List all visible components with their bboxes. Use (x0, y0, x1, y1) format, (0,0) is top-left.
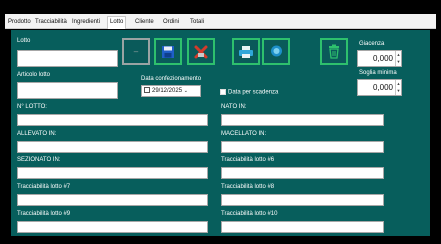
red-x-icon (194, 45, 208, 58)
soglia-field[interactable]: 0,000 ▲ ▼ (357, 79, 402, 96)
giacenza-label: Giacenza (359, 41, 385, 47)
print-button[interactable] (232, 38, 260, 65)
giacenza-field[interactable]: 0,000 ▲ ▼ (357, 50, 402, 67)
printer-icon (239, 45, 253, 58)
tab-ingredienti[interactable]: Ingredienti (72, 17, 100, 29)
n-lotto-label: N° LOTTO: (17, 104, 47, 110)
per-scadenza-checkbox[interactable] (220, 89, 226, 95)
nato-label: NATO IN: (221, 104, 247, 110)
tracc6-label: Tracciabilità lotto #6 (221, 157, 275, 163)
lotto-label: Lotto (17, 38, 31, 44)
giacenza-value: 0,000 (372, 54, 393, 63)
tab-bar: Prodotto Tracciabilità Ingredienti Lotto… (5, 14, 436, 29)
data-conf-value: 29/12/2025 (152, 88, 183, 94)
tracc10-input[interactable] (221, 221, 384, 233)
tab-prodotto[interactable]: Prodotto (8, 17, 31, 29)
chevron-down-icon: ⌄ (183, 88, 188, 94)
giacenza-spinner[interactable]: ▲ ▼ (395, 51, 401, 66)
tab-tracciabilita[interactable]: Tracciabilità (35, 17, 67, 29)
search-button[interactable] (262, 38, 290, 65)
data-conf-checkbox[interactable] (144, 87, 150, 94)
tab-cliente[interactable]: Cliente (135, 17, 154, 29)
trash-button[interactable] (320, 38, 348, 65)
save-button[interactable] (154, 38, 182, 65)
per-scadenza-label: Data per scadenza (228, 89, 279, 96)
tracc8-label: Tracciabilità lotto #8 (221, 184, 275, 190)
sezionato-input[interactable] (17, 167, 208, 179)
lotto-input[interactable] (17, 50, 118, 67)
tracc7-label: Tracciabilità lotto #7 (17, 184, 71, 190)
allevato-label: ALLEVATO IN: (17, 131, 57, 137)
tracc6-input[interactable] (221, 167, 384, 179)
data-conf-label: Data confezionamento (141, 76, 202, 82)
tab-totali[interactable]: Totali (190, 17, 204, 29)
trash-icon (329, 44, 339, 59)
soglia-label: Soglia minima (359, 70, 397, 76)
allevato-input[interactable] (17, 141, 208, 153)
data-conf-picker[interactable]: 29/12/2025 ⌄ (141, 85, 201, 97)
tracc8-input[interactable] (221, 194, 384, 206)
delete-button[interactable] (187, 38, 215, 65)
tab-ordini[interactable]: Ordini (163, 17, 179, 29)
sezionato-label: SEZIONATO IN: (17, 157, 61, 163)
tracc9-input[interactable] (17, 221, 208, 233)
tab-lotto[interactable]: Lotto (107, 16, 127, 29)
soglia-value: 0,000 (372, 83, 393, 92)
search-icon (270, 45, 282, 57)
blank-button[interactable]: – (122, 38, 150, 65)
articolo-input[interactable] (17, 82, 118, 99)
macellato-input[interactable] (221, 141, 384, 153)
macellato-label: MACELLATO IN: (221, 131, 267, 137)
per-scadenza-row: Data per scadenza (220, 89, 278, 96)
soglia-spinner[interactable]: ▲ ▼ (395, 80, 401, 95)
n-lotto-input[interactable] (17, 114, 208, 126)
articolo-label: Articolo lotto (17, 72, 51, 78)
tracc9-label: Tracciabilità lotto #9 (17, 211, 71, 217)
nato-input[interactable] (221, 114, 384, 126)
tracc10-label: Tracciabilità lotto #10 (221, 211, 278, 217)
blank-icon: – (133, 47, 139, 56)
tracc7-input[interactable] (17, 194, 208, 206)
floppy-disk-icon (162, 45, 174, 58)
